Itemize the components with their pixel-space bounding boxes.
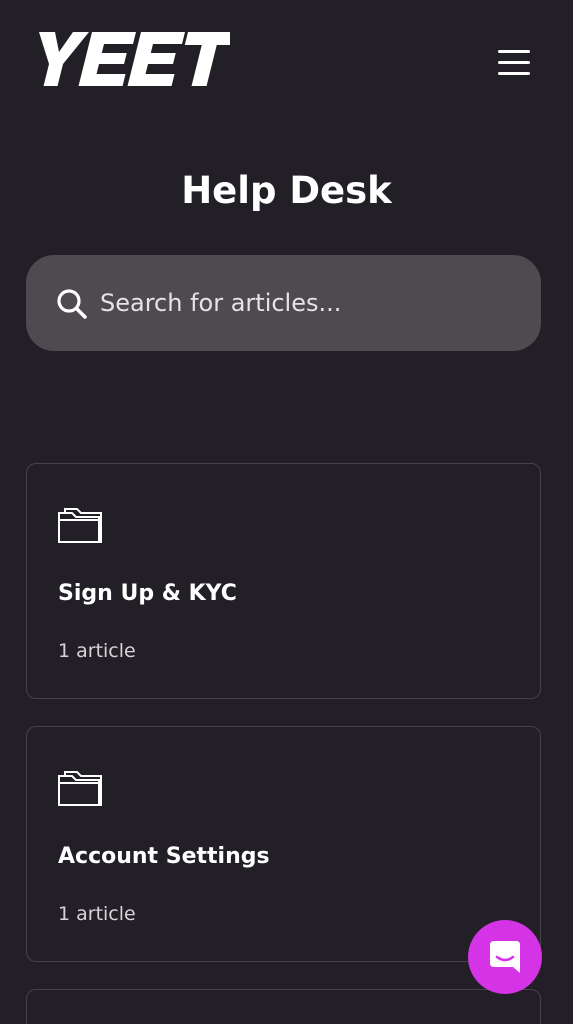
search-icon <box>57 289 87 319</box>
menu-bar-middle <box>498 61 530 64</box>
collection-article-count: 1 article <box>58 903 136 925</box>
yeet-logo[interactable] <box>24 28 238 90</box>
folder-icon <box>58 508 102 543</box>
collection-card-partial[interactable] <box>26 989 541 1024</box>
hamburger-menu-icon[interactable] <box>492 42 536 82</box>
help-center-page: Help Desk Sign Up & KYC 1 article Accoun… <box>0 0 573 1024</box>
page-title: Help Desk <box>181 169 392 212</box>
chat-launcher-button[interactable] <box>468 920 542 994</box>
search-input[interactable] <box>100 281 520 325</box>
site-header <box>0 0 573 125</box>
search-box[interactable] <box>26 255 541 351</box>
yeet-logo-mark <box>39 32 238 86</box>
collection-title: Account Settings <box>58 844 270 869</box>
collection-title: Sign Up & KYC <box>58 581 237 606</box>
chat-bubble-icon <box>490 941 520 973</box>
menu-bar-top <box>498 50 530 53</box>
collection-card-sign-up-kyc[interactable]: Sign Up & KYC 1 article <box>26 463 541 699</box>
collection-article-count: 1 article <box>58 640 136 662</box>
folder-icon <box>58 771 102 806</box>
collection-card-account-settings[interactable]: Account Settings 1 article <box>26 726 541 962</box>
menu-bar-bottom <box>498 72 530 75</box>
